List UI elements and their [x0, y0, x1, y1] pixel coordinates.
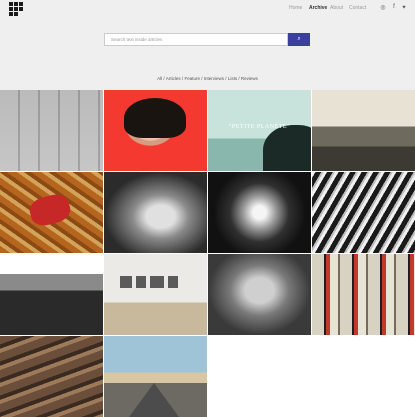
filter-reviews[interactable]: Reviews [241, 76, 258, 81]
article-tile[interactable] [0, 172, 103, 253]
article-tile[interactable] [0, 254, 103, 335]
filter-feature[interactable]: Feature [184, 76, 200, 81]
search-input[interactable] [104, 33, 288, 46]
article-tile[interactable] [312, 172, 415, 253]
article-tile[interactable] [0, 336, 103, 417]
filter-articles[interactable]: Articles [166, 76, 181, 81]
tile-title: “PETITE PLANÈTE” [228, 124, 291, 130]
filter-interviews[interactable]: Interviews [204, 76, 224, 81]
article-tile[interactable]: “PETITE PLANÈTE” [208, 90, 311, 171]
instagram-icon[interactable]: ◎ [379, 4, 387, 11]
article-tile[interactable] [0, 90, 103, 171]
nav-archive[interactable]: Archive [309, 5, 327, 11]
top-nav: Home Archive About Contact [0, 5, 415, 13]
twitter-icon[interactable]: ✦ [400, 4, 408, 11]
article-tile[interactable] [104, 336, 207, 417]
filter-separator: / [225, 76, 227, 81]
article-tile[interactable] [208, 172, 311, 253]
article-tile[interactable] [104, 172, 207, 253]
category-filters: All / Articles / Feature / Interviews / … [0, 76, 415, 81]
article-tile[interactable] [104, 254, 207, 335]
search-button[interactable]: ⌕ [288, 33, 310, 46]
header: Home Archive About Contact ◎ f ✦ ⌕ All /… [0, 0, 415, 90]
nav-home[interactable]: Home [289, 5, 302, 11]
nav-about[interactable]: About [330, 5, 343, 11]
facebook-icon[interactable]: f [390, 4, 398, 10]
article-tile[interactable] [312, 254, 415, 335]
search-icon: ⌕ [297, 36, 301, 42]
filter-separator: / [181, 76, 184, 81]
search-bar: ⌕ [104, 33, 310, 46]
filter-all[interactable]: All [157, 76, 162, 81]
article-tile[interactable] [104, 90, 207, 171]
article-tile[interactable] [312, 90, 415, 171]
article-tile[interactable] [208, 254, 311, 335]
filter-separator: / [163, 76, 165, 81]
article-grid: “PETITE PLANÈTE” [0, 90, 415, 417]
filter-lists[interactable]: Lists [228, 76, 237, 81]
filter-separator: / [201, 76, 203, 81]
filter-separator: / [238, 76, 240, 81]
nav-contact[interactable]: Contact [349, 5, 366, 11]
